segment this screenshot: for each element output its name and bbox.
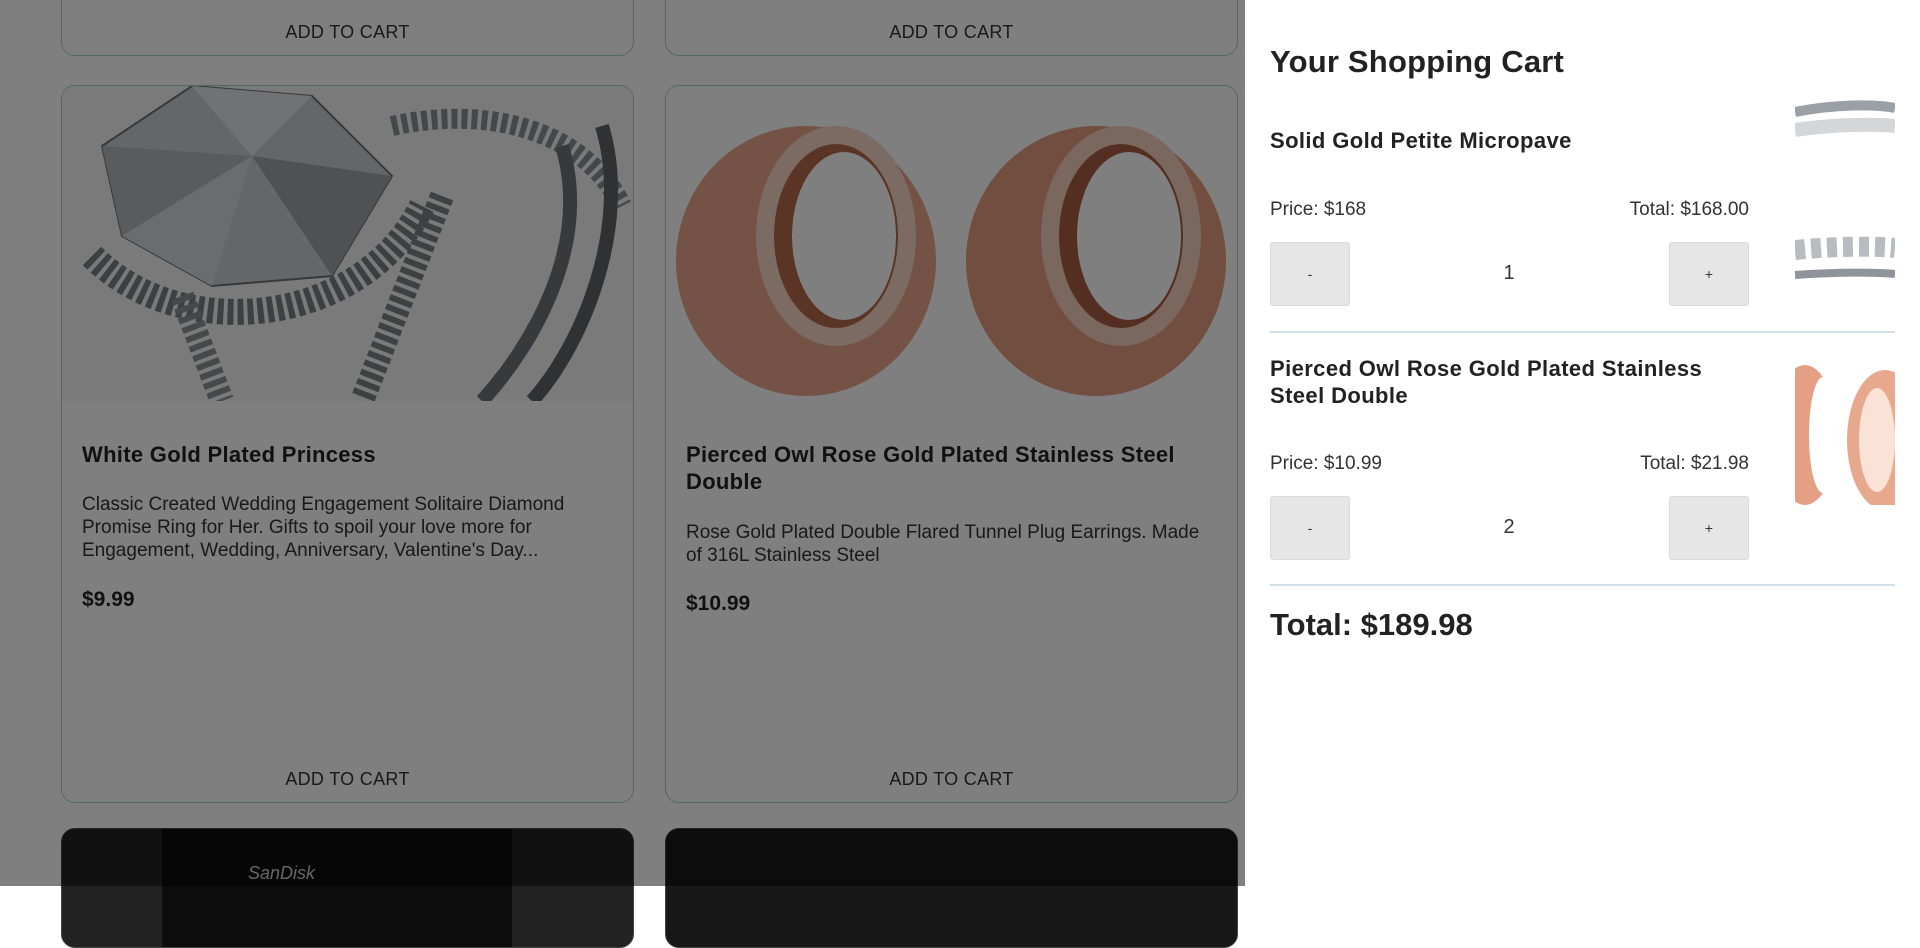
cart-item-total: Total: $21.98 (1640, 453, 1749, 474)
cart-item: Pierced Owl Rose Gold Plated Stainless S… (1270, 0, 1895, 585)
increment-button[interactable]: + (1669, 496, 1749, 560)
cart-item-name: Pierced Owl Rose Gold Plated Stainless S… (1270, 356, 1703, 408)
cart-divider (1270, 584, 1895, 586)
decrement-button[interactable]: - (1270, 496, 1350, 560)
cart-grand-total: Total: $189.98 (1270, 607, 1473, 642)
tunnel-plug-thumbnail[interactable] (1795, 355, 1895, 505)
cart-item-price: Price: $10.99 (1270, 453, 1382, 474)
quantity-value: 2 (1503, 516, 1515, 538)
shopping-cart-drawer: Your Shopping Cart Solid Gold Petite Mic… (1245, 0, 1920, 886)
